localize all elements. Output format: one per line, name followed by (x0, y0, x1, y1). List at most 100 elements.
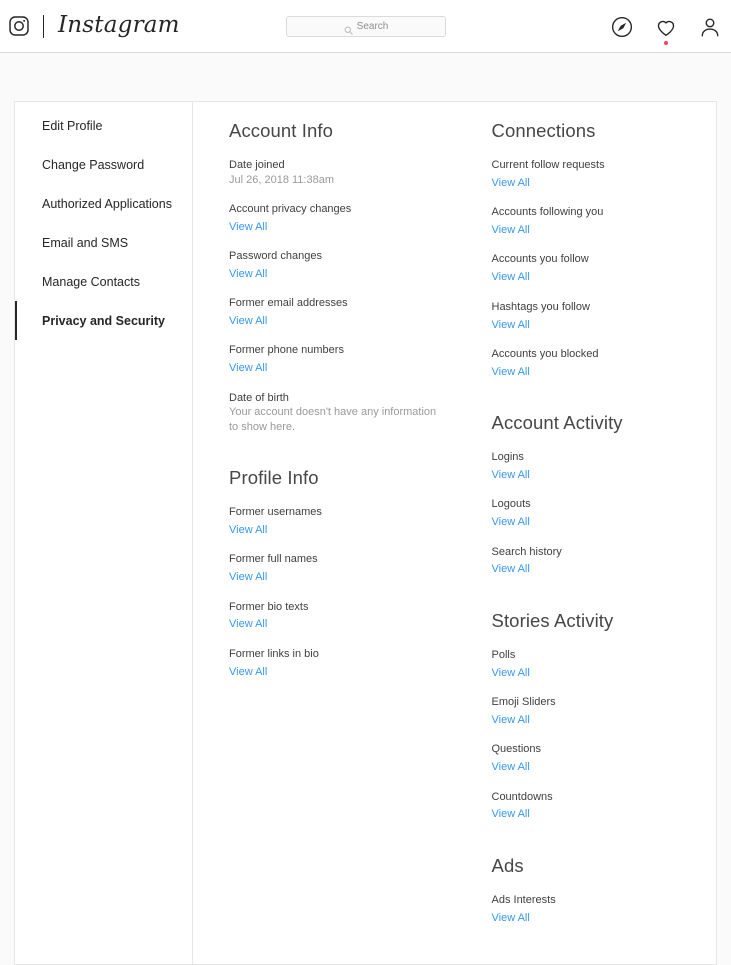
sidebar-item-change-password[interactable]: Change Password (15, 145, 192, 184)
entry-accounts-following-you: Accounts following you View All (492, 205, 703, 238)
view-all-link[interactable]: View All (229, 314, 267, 329)
content-column-right: Connections Current follow requests View A… (454, 120, 717, 940)
sidebar-item-privacy-and-security[interactable]: Privacy and Security (15, 301, 192, 340)
entry-account-privacy-changes: Account privacy changes View All (229, 202, 440, 235)
view-all-link[interactable]: View All (492, 318, 530, 333)
entry-logouts: Logouts View All (492, 497, 703, 530)
entry-label: Polls (491, 648, 516, 661)
view-all-link[interactable]: View All (229, 665, 267, 680)
entry-label: Emoji Sliders (491, 696, 556, 709)
app-header: Instagram Search (0, 0, 731, 53)
view-all-link[interactable]: View All (229, 523, 267, 538)
section-account-activity: Account Activity Logins View All Logouts Vie… (492, 412, 703, 578)
section-title: Account Activity (491, 412, 623, 434)
entry-label: Former full names (229, 553, 318, 566)
search-icon (344, 22, 353, 35)
sidebar-item-manage-contacts[interactable]: Manage Contacts (15, 262, 192, 301)
entry-label: Questions (491, 743, 542, 756)
view-all-link[interactable]: View All (492, 515, 530, 530)
settings-card: Edit Profile Change Password Authorized Ap… (14, 101, 717, 965)
entry-search-history: Search history View All (492, 545, 703, 578)
section-connections: Connections Current follow requests View A… (492, 120, 703, 380)
entry-label: Password changes (229, 249, 322, 262)
entry-value: Jul 26, 2018 11:38am (229, 173, 334, 186)
entry-ads-interests: Ads Interests View All (492, 893, 703, 926)
entry-label: Accounts you blocked (491, 347, 599, 360)
sidebar-item-label: Edit Profile (42, 118, 103, 133)
view-all-link[interactable]: View All (492, 270, 530, 285)
section-stories-activity: Stories Activity Polls View All Emoji Slide… (492, 610, 703, 823)
sidebar-item-authorized-applications[interactable]: Authorized Applications (15, 184, 192, 223)
brand-logo[interactable]: Instagram (0, 0, 180, 52)
entry-label: Current follow requests (491, 159, 605, 171)
view-all-link[interactable]: View All (229, 267, 267, 282)
section-title: Profile Info (229, 467, 319, 489)
heart-activity-icon[interactable] (655, 16, 677, 45)
explore-compass-icon[interactable] (611, 16, 633, 38)
entry-date-joined: Date joined Jul 26, 2018 11:38am (229, 158, 440, 188)
entry-former-bio-texts: Former bio texts View All (229, 600, 440, 633)
entry-former-phone-numbers: Former phone numbers View All (229, 343, 440, 376)
view-all-link[interactable]: View All (492, 760, 530, 775)
search-container[interactable]: Search (286, 16, 446, 37)
view-all-link[interactable]: View All (492, 911, 530, 926)
entry-accounts-you-follow: Accounts you follow View All (492, 252, 703, 285)
entry-label: Account privacy changes (229, 202, 352, 215)
profile-person-icon[interactable] (699, 16, 721, 38)
entry-label: Date of birth (229, 391, 289, 404)
search-input[interactable]: Search (286, 16, 446, 37)
entry-countdowns: Countdowns View All (492, 790, 703, 823)
sidebar-item-email-and-sms[interactable]: Email and SMS (15, 223, 192, 262)
search-placeholder: Search (356, 20, 389, 32)
view-all-link[interactable]: View All (492, 223, 530, 238)
view-all-link[interactable]: View All (492, 365, 530, 380)
content-column-left: Account Info Date joined Jul 26, 2018 11:3… (193, 120, 454, 940)
entry-label: Former email addresses (229, 297, 348, 310)
view-all-link[interactable]: View All (492, 468, 530, 483)
entry-label: Former usernames (229, 506, 322, 519)
sidebar-item-label: Privacy and Security (42, 313, 165, 328)
entry-label: Hashtags you follow (491, 300, 590, 313)
entry-label: Search history (491, 545, 562, 558)
view-all-link[interactable]: View All (492, 666, 530, 681)
view-all-link[interactable]: View All (492, 807, 530, 822)
view-all-link[interactable]: View All (492, 713, 530, 728)
entry-label: Accounts you follow (491, 253, 589, 266)
sidebar-item-edit-profile[interactable]: Edit Profile (15, 106, 192, 145)
entry-label: Accounts following you (491, 206, 604, 219)
entry-questions: Questions View All (492, 742, 703, 775)
entry-password-changes: Password changes View All (229, 249, 440, 282)
entry-label: Former links in bio (229, 647, 319, 660)
sidebar-item-label: Email and SMS (42, 235, 129, 250)
view-all-link[interactable]: View All (229, 361, 267, 376)
view-all-link[interactable]: View All (229, 220, 267, 235)
entry-emoji-sliders: Emoji Sliders View All (492, 695, 703, 728)
instagram-camera-icon[interactable] (8, 15, 30, 37)
view-all-link[interactable]: View All (492, 562, 530, 577)
entry-date-of-birth: Date of birth Your account doesn't have a… (229, 391, 440, 436)
view-all-link[interactable]: View All (492, 176, 530, 191)
sidebar-item-label: Manage Contacts (42, 274, 140, 289)
section-ads: Ads Ads Interests View All (492, 855, 703, 926)
entry-label: Ads Interests (491, 893, 556, 906)
entry-former-usernames: Former usernames View All (229, 505, 440, 538)
entry-former-links-in-bio: Former links in bio View All (229, 647, 440, 680)
section-title: Stories Activity (491, 609, 614, 631)
sidebar-item-label: Change Password (42, 157, 145, 172)
section-profile-info: Profile Info Former usernames View All Form… (229, 467, 440, 680)
entry-hashtags-you-follow: Hashtags you follow View All (492, 300, 703, 333)
view-all-link[interactable]: View All (229, 570, 267, 585)
activity-notification-dot (664, 40, 668, 45)
brand-wordmark[interactable]: Instagram (58, 13, 180, 37)
entry-label: Countdowns (491, 790, 553, 803)
section-title: Connections (491, 120, 596, 141)
entry-label: Former phone numbers (229, 344, 344, 357)
section-title: Account Info (229, 120, 334, 141)
section-account-info: Account Info Date joined Jul 26, 2018 11:3… (229, 120, 440, 435)
page-body: Edit Profile Change Password Authorized Ap… (0, 53, 731, 965)
entry-former-full-names: Former full names View All (229, 552, 440, 585)
entry-label: Date joined (229, 159, 285, 171)
entry-value: Your account doesn't have any informatio… (229, 406, 437, 434)
view-all-link[interactable]: View All (229, 617, 267, 632)
entry-label: Former bio texts (229, 600, 309, 613)
